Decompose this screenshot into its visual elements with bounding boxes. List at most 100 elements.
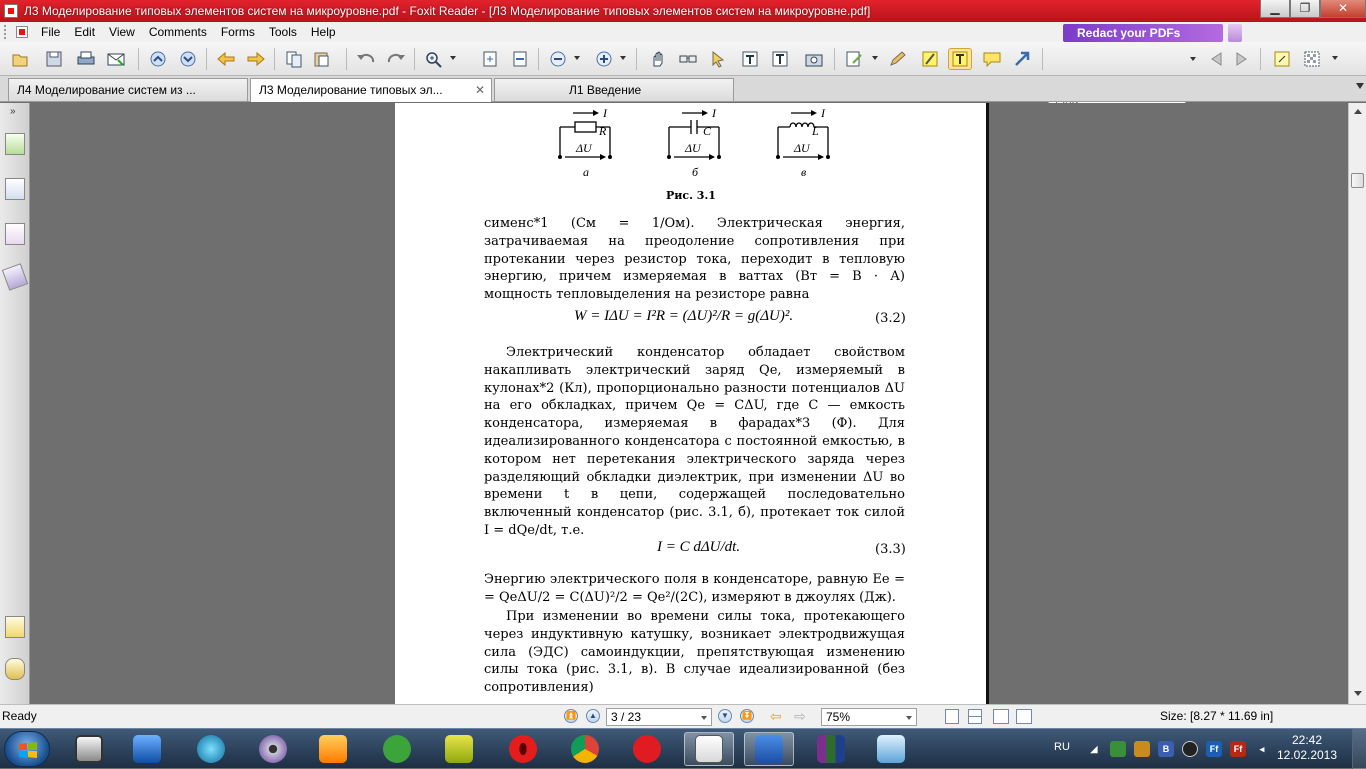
zoom-icon[interactable]: [422, 48, 446, 70]
select-text-icon[interactable]: [676, 48, 700, 70]
document-view[interactable]: I R ΔU а I C ΔU б I L ΔU в Рис. 3.1 симе…: [31, 103, 1348, 704]
single-page-view-icon[interactable]: [945, 709, 959, 724]
taskbar-explorer[interactable]: [64, 732, 114, 766]
bookmarks-icon[interactable]: [5, 133, 25, 155]
save-icon[interactable]: [42, 48, 66, 70]
layers-icon[interactable]: [5, 223, 25, 245]
next-page-button-icon[interactable]: ▼: [718, 709, 732, 723]
taskbar-dvd[interactable]: [248, 732, 298, 766]
pattern-icon[interactable]: [1300, 48, 1324, 70]
expand-panel-icon[interactable]: »: [10, 106, 16, 117]
next-page-icon[interactable]: [176, 48, 200, 70]
signatures-icon[interactable]: [1, 263, 29, 291]
text-viewer-icon[interactable]: [768, 48, 792, 70]
taskbar-yandex[interactable]: [622, 732, 672, 766]
zoom-in-icon[interactable]: [592, 48, 616, 70]
taskbar-media-player[interactable]: [186, 732, 236, 766]
continuous-view-icon[interactable]: [968, 709, 982, 724]
tab-l4[interactable]: Л4 Моделирование систем из ...: [8, 78, 248, 101]
select-icon[interactable]: [706, 48, 730, 70]
print-icon[interactable]: [74, 48, 98, 70]
snapshot-icon[interactable]: [802, 48, 826, 70]
taskbar-winrar[interactable]: [806, 732, 856, 766]
pages-icon[interactable]: [5, 178, 25, 200]
fit-width-icon[interactable]: [508, 48, 532, 70]
power-icon[interactable]: [1182, 741, 1198, 757]
scroll-thumb[interactable]: [1351, 173, 1364, 188]
prev-page-icon[interactable]: [146, 48, 170, 70]
zoom-dropdown-icon[interactable]: [906, 716, 912, 720]
scroll-down-icon[interactable]: [1354, 691, 1362, 696]
back-icon[interactable]: [214, 48, 238, 70]
menu-tools[interactable]: Tools: [262, 23, 304, 41]
go-back-icon[interactable]: ⇦: [770, 708, 782, 725]
facing-view-icon[interactable]: [993, 709, 1009, 724]
volume-icon[interactable]: ◂: [1254, 741, 1270, 757]
taskbar-chrome[interactable]: [560, 732, 610, 766]
menu-file[interactable]: File: [34, 23, 67, 41]
undo-icon[interactable]: [354, 48, 378, 70]
fit-page-icon[interactable]: [478, 48, 502, 70]
language-indicator[interactable]: RU: [1054, 741, 1070, 753]
menu-help[interactable]: Help: [304, 23, 343, 41]
attachments-icon[interactable]: [5, 658, 25, 680]
document-icon[interactable]: [16, 26, 28, 38]
taskbar-foxit[interactable]: [684, 732, 734, 766]
continuous-facing-view-icon[interactable]: [1016, 709, 1032, 724]
tray-update-icon[interactable]: [1134, 741, 1150, 757]
note-icon[interactable]: [842, 48, 866, 70]
forward-icon[interactable]: [244, 48, 268, 70]
taskbar-word[interactable]: [744, 732, 794, 766]
redact-ad-banner[interactable]: Redact your PDFs: [1063, 24, 1223, 42]
network-icon[interactable]: ◢: [1086, 741, 1102, 757]
arrow-icon[interactable]: [1010, 48, 1034, 70]
go-forward-icon[interactable]: ⇨: [794, 708, 806, 725]
tray-app-icon[interactable]: [1110, 741, 1126, 757]
zoom-out-icon[interactable]: [546, 48, 570, 70]
highlight-icon[interactable]: [918, 48, 942, 70]
find-previous-icon[interactable]: [1204, 48, 1228, 70]
show-desktop-button[interactable]: [1352, 729, 1366, 769]
comments-panel-icon[interactable]: [5, 616, 25, 638]
text-box-icon[interactable]: [948, 48, 972, 70]
firefox-sync-icon[interactable]: Ff: [1206, 741, 1222, 757]
vertical-scrollbar[interactable]: [1348, 103, 1366, 704]
menu-view[interactable]: View: [102, 23, 142, 41]
start-button[interactable]: [4, 731, 50, 767]
menu-comments[interactable]: Comments: [142, 23, 214, 41]
tab-list-icon[interactable]: [1356, 83, 1364, 89]
close-button[interactable]: ✕: [1320, 0, 1366, 18]
taskbar-flash[interactable]: [434, 732, 484, 766]
first-page-icon[interactable]: ⏫: [564, 709, 578, 723]
close-tab-icon[interactable]: ✕: [475, 79, 485, 101]
open-icon[interactable]: [8, 48, 32, 70]
paste-icon[interactable]: [310, 48, 334, 70]
typewriter-icon[interactable]: [738, 48, 762, 70]
minimize-button[interactable]: ▁: [1260, 0, 1290, 18]
maximize-button[interactable]: ❐: [1290, 0, 1320, 18]
page-dropdown-icon[interactable]: [701, 716, 707, 720]
scroll-up-icon[interactable]: [1354, 109, 1362, 114]
find-next-icon[interactable]: [1230, 48, 1254, 70]
zoom-field[interactable]: 75%: [821, 708, 917, 726]
email-icon[interactable]: [104, 48, 128, 70]
tab-l3[interactable]: Л3 Моделирование типовых эл... ✕: [250, 78, 492, 102]
sticky-note-icon[interactable]: [1270, 48, 1294, 70]
bluetooth-icon[interactable]: B: [1158, 741, 1174, 757]
copy-page-icon[interactable]: [282, 48, 306, 70]
taskbar-opera[interactable]: [498, 732, 548, 766]
clock[interactable]: 22:42 12.02.2013: [1272, 733, 1342, 763]
menu-edit[interactable]: Edit: [67, 23, 102, 41]
tray-ffu-icon[interactable]: Ff: [1230, 741, 1246, 757]
redo-icon[interactable]: [384, 48, 408, 70]
pencil-icon[interactable]: [886, 48, 910, 70]
hand-icon[interactable]: [646, 48, 670, 70]
last-page-icon[interactable]: ⏬: [740, 709, 754, 723]
taskbar-utorrent[interactable]: [372, 732, 422, 766]
taskbar-chat[interactable]: [308, 732, 358, 766]
tab-l1[interactable]: Л1 Введение: [494, 78, 734, 101]
comment-icon[interactable]: [980, 48, 1004, 70]
taskbar-draw[interactable]: [866, 732, 916, 766]
menu-forms[interactable]: Forms: [214, 23, 262, 41]
taskbar-terminal[interactable]: [122, 732, 172, 766]
